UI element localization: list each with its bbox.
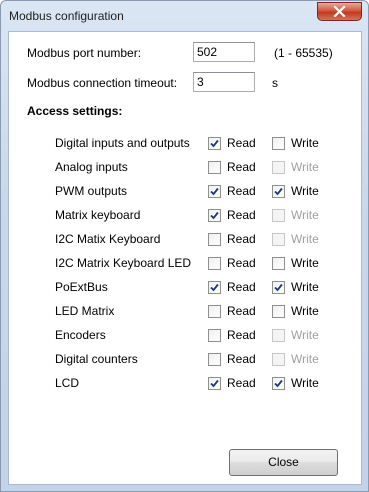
- access-row: Encoders Read Write: [9, 328, 363, 344]
- write-label: Write: [291, 280, 319, 294]
- close-button[interactable]: Close: [229, 449, 338, 476]
- read-checkbox[interactable]: [208, 185, 221, 198]
- title-bar[interactable]: Modbus configuration: [1, 1, 369, 31]
- read-label: Read: [227, 352, 256, 366]
- access-row-name: PWM outputs: [55, 184, 128, 198]
- write-checkbox: [272, 209, 285, 222]
- access-row-name: Digital counters: [55, 352, 138, 366]
- read-label: Read: [227, 256, 256, 270]
- write-checkbox: [272, 353, 285, 366]
- write-label: Write: [291, 136, 319, 150]
- read-checkbox[interactable]: [208, 329, 221, 342]
- write-label: Write: [291, 376, 319, 390]
- access-row-name: Analog inputs: [55, 160, 128, 174]
- access-row: PWM outputs Read Write: [9, 184, 363, 200]
- write-label: Write: [291, 184, 319, 198]
- write-label: Write: [291, 208, 319, 222]
- access-row-name: LCD: [55, 376, 80, 390]
- timeout-label: Modbus connection timeout:: [27, 76, 178, 90]
- read-label: Read: [227, 280, 256, 294]
- modbus-config-window: Modbus configuration Modbus port number:…: [0, 0, 369, 492]
- read-label: Read: [227, 208, 256, 222]
- port-input[interactable]: [193, 42, 255, 62]
- read-checkbox[interactable]: [208, 377, 221, 390]
- access-settings-heading: Access settings:: [27, 104, 123, 118]
- read-checkbox[interactable]: [208, 281, 221, 294]
- write-label: Write: [291, 160, 319, 174]
- write-checkbox: [272, 161, 285, 174]
- access-row: I2C Matix Keyboard Read Write: [9, 232, 363, 248]
- write-checkbox[interactable]: [272, 137, 285, 150]
- read-label: Read: [227, 304, 256, 318]
- write-checkbox: [272, 329, 285, 342]
- write-checkbox[interactable]: [272, 257, 285, 270]
- access-row-name: I2C Matix Keyboard: [55, 232, 161, 246]
- read-label: Read: [227, 232, 256, 246]
- close-icon: [333, 6, 346, 17]
- access-row-name: Encoders: [55, 328, 106, 342]
- access-row-name: LED Matrix: [55, 304, 115, 318]
- read-label: Read: [227, 136, 256, 150]
- access-row: Digital inputs and outputs Read Write: [9, 136, 363, 152]
- read-checkbox[interactable]: [208, 257, 221, 270]
- read-checkbox[interactable]: [208, 137, 221, 150]
- dialog-content: Modbus port number: (1 - 65535) Modbus c…: [8, 31, 362, 485]
- access-row: Matrix keyboard Read Write: [9, 208, 363, 224]
- access-row-name: I2C Matrix Keyboard LED: [55, 256, 192, 270]
- write-label: Write: [291, 232, 319, 246]
- access-row: I2C Matrix Keyboard LED Read Write: [9, 256, 363, 272]
- access-row-name: Matrix keyboard: [55, 208, 141, 222]
- write-checkbox[interactable]: [272, 305, 285, 318]
- write-label: Write: [291, 256, 319, 270]
- read-checkbox[interactable]: [208, 209, 221, 222]
- write-checkbox[interactable]: [272, 185, 285, 198]
- read-checkbox[interactable]: [208, 161, 221, 174]
- access-row-name: Digital inputs and outputs: [55, 136, 190, 150]
- port-label: Modbus port number:: [27, 46, 142, 60]
- write-label: Write: [291, 304, 319, 318]
- write-label: Write: [291, 352, 319, 366]
- access-row: PoExtBus Read Write: [9, 280, 363, 296]
- read-checkbox[interactable]: [208, 233, 221, 246]
- timeout-input[interactable]: [193, 72, 255, 92]
- read-checkbox[interactable]: [208, 305, 221, 318]
- read-label: Read: [227, 184, 256, 198]
- read-label: Read: [227, 160, 256, 174]
- access-row: Analog inputs Read Write: [9, 160, 363, 176]
- window-title: Modbus configuration: [9, 9, 124, 23]
- write-label: Write: [291, 328, 319, 342]
- access-row: LED Matrix Read Write: [9, 304, 363, 320]
- access-row-name: PoExtBus: [55, 280, 108, 294]
- port-range-hint: (1 - 65535): [274, 46, 333, 60]
- timeout-unit: s: [272, 76, 278, 90]
- read-label: Read: [227, 328, 256, 342]
- write-checkbox: [272, 233, 285, 246]
- write-checkbox[interactable]: [272, 281, 285, 294]
- window-close-button[interactable]: [317, 2, 362, 21]
- read-checkbox[interactable]: [208, 353, 221, 366]
- read-label: Read: [227, 376, 256, 390]
- access-row: LCD Read Write: [9, 376, 363, 392]
- write-checkbox[interactable]: [272, 377, 285, 390]
- access-row: Digital counters Read Write: [9, 352, 363, 368]
